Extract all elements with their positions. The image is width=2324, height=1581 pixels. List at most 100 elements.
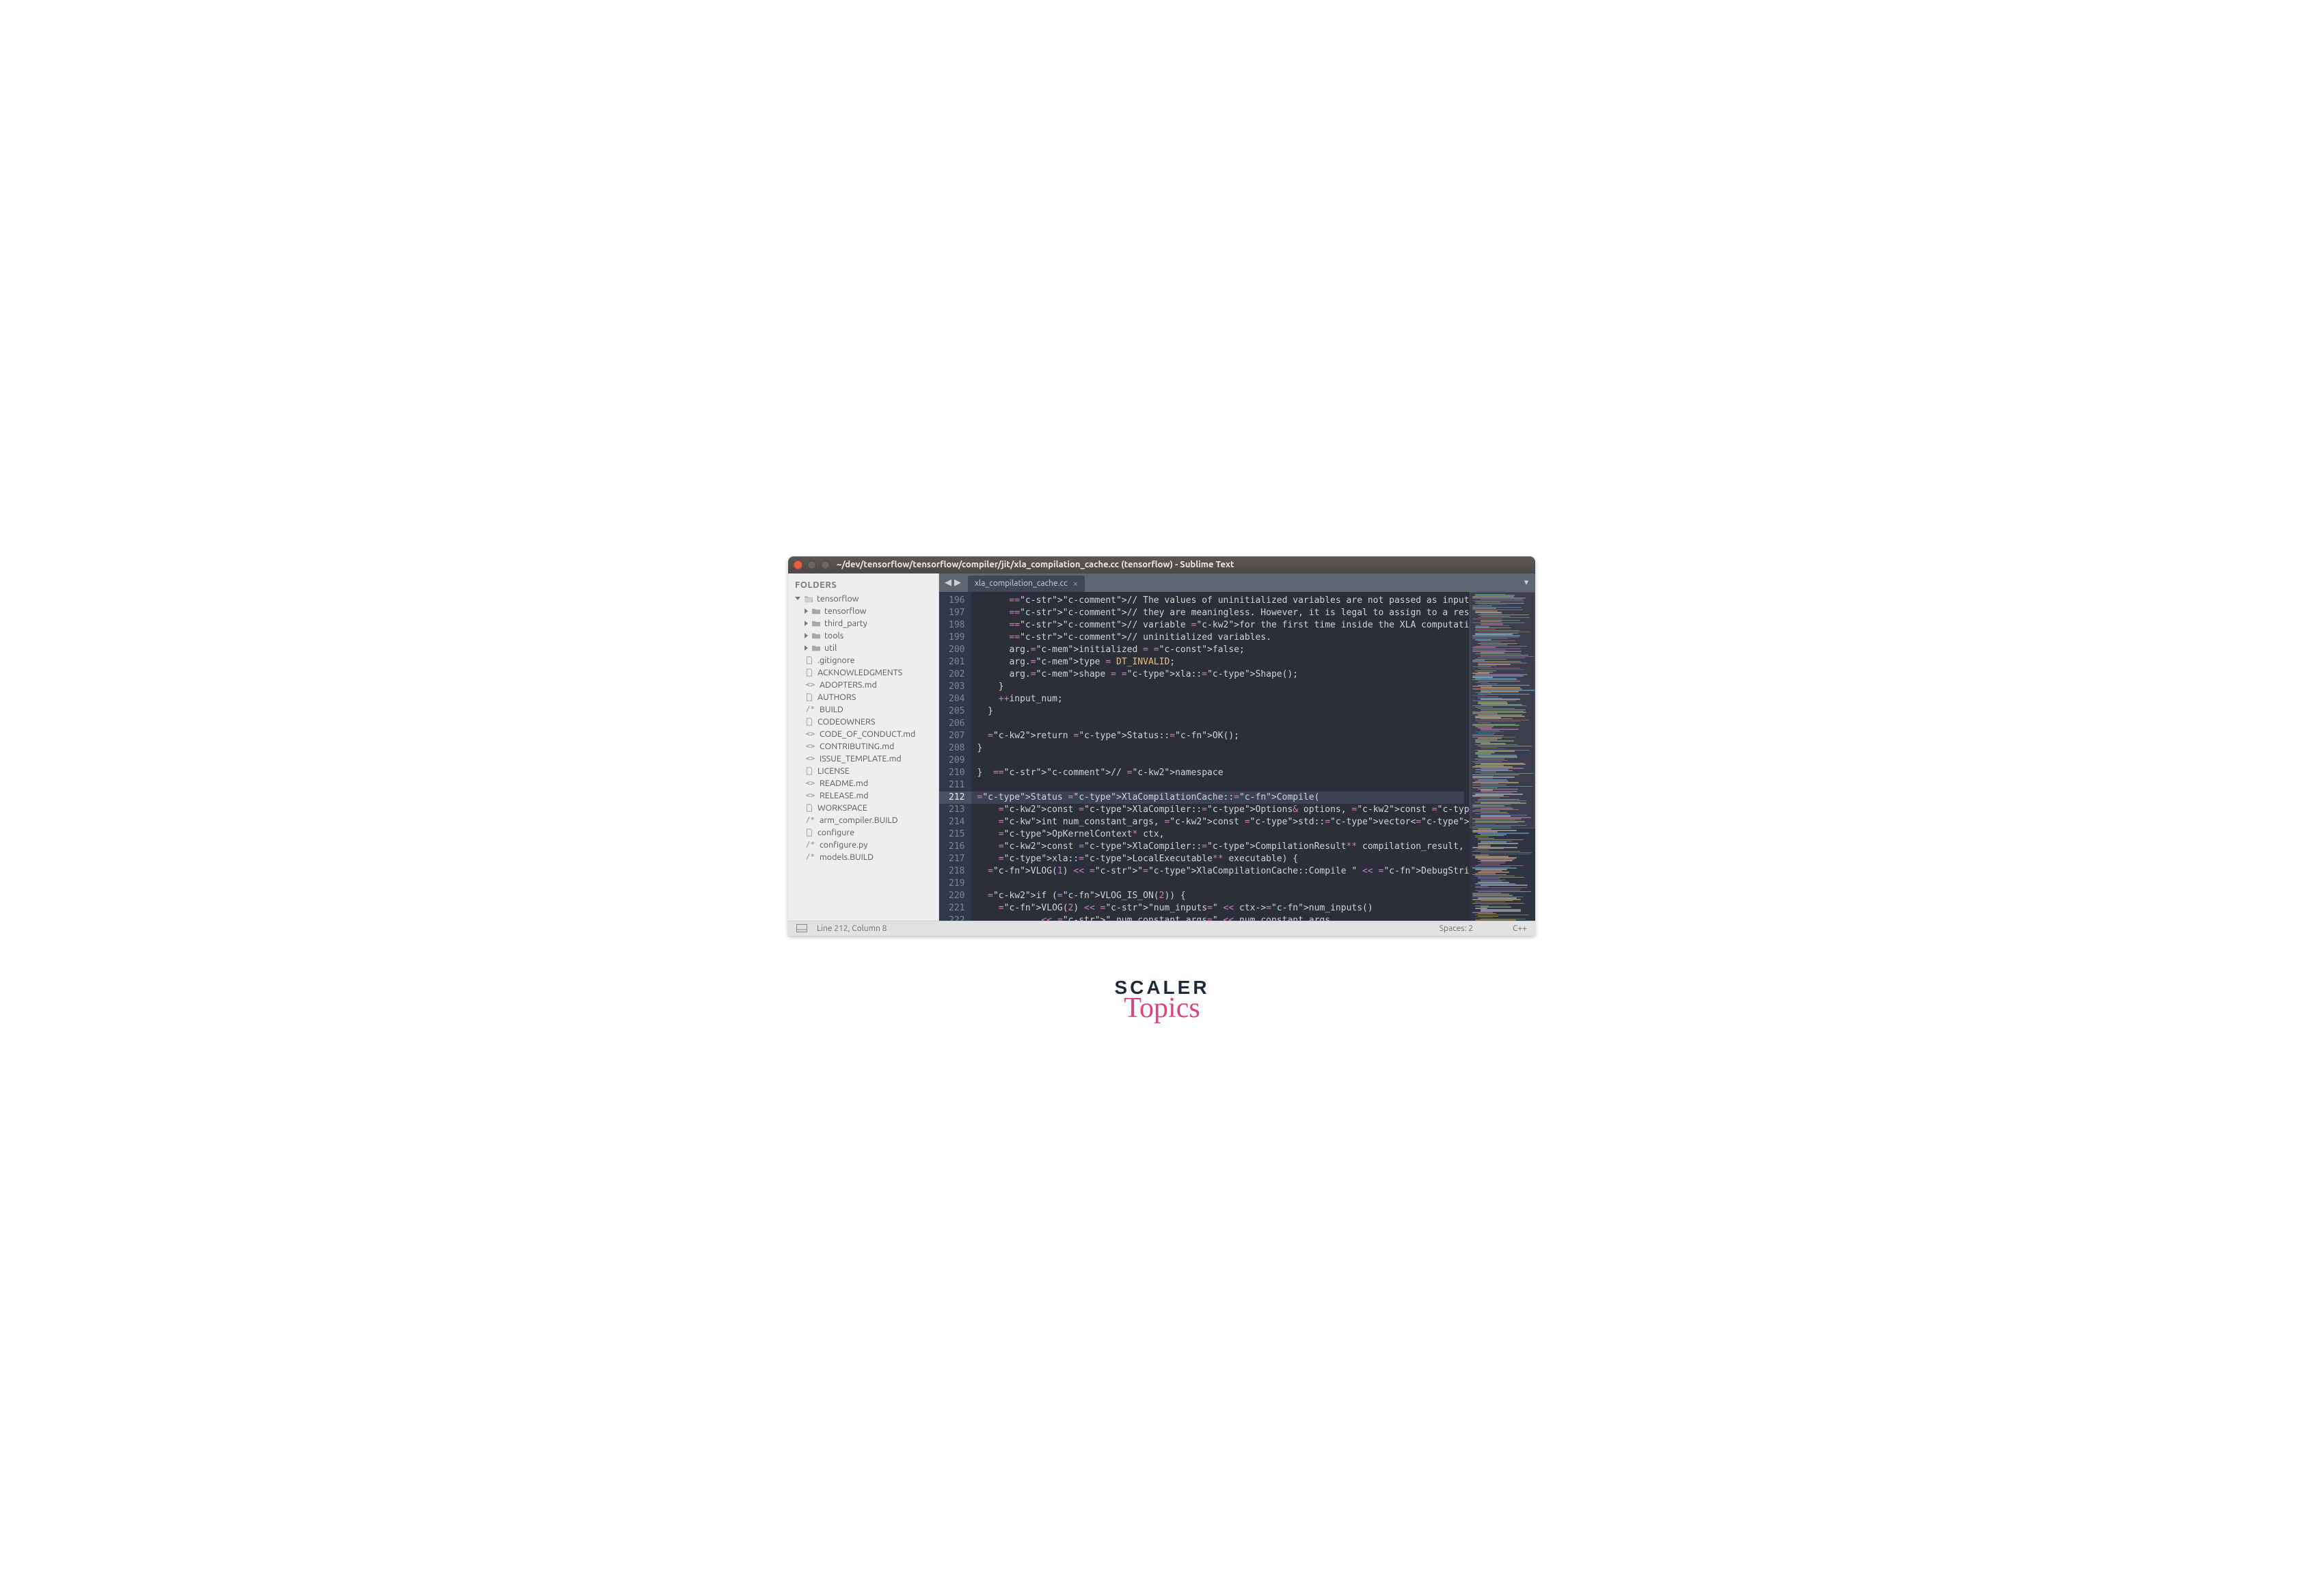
tree-label: CODEOWNERS	[818, 717, 875, 727]
chevron-right-icon	[805, 645, 808, 651]
folder-open-icon	[804, 595, 813, 603]
tree-label: tensorflow	[824, 606, 866, 616]
panel-icon[interactable]	[796, 924, 807, 932]
sidebar-file[interactable]: /* models.BUILD	[788, 851, 938, 863]
sidebar-file[interactable]: ACKNOWLEDGMENTS	[788, 666, 938, 679]
status-language[interactable]: C++	[1513, 924, 1527, 933]
close-icon[interactable]	[794, 560, 802, 569]
tab-label: xla_compilation_cache.cc	[975, 579, 1068, 588]
sidebar-folder[interactable]: tools	[788, 630, 938, 642]
tab-active[interactable]: xla_compilation_cache.cc ×	[968, 576, 1085, 592]
file-type-icon: <>	[805, 791, 816, 800]
file-icon	[805, 718, 814, 726]
file-type-icon: <>	[805, 729, 816, 738]
sidebar-file[interactable]: LICENSE	[788, 765, 938, 777]
file-type-icon: /*	[805, 852, 816, 861]
code-view[interactable]: =="c-str">"c-comment">// The values of u…	[971, 592, 1470, 921]
sublime-window: ~/dev/tensorflow/tensorflow/compiler/jit…	[788, 556, 1535, 936]
file-type-icon: <>	[805, 779, 816, 787]
tab-nav: ◀ ▶	[942, 573, 967, 592]
sidebar-folder[interactable]: util	[788, 642, 938, 654]
tree-label: tensorflow	[817, 594, 859, 604]
tree-label: AUTHORS	[818, 692, 856, 702]
window-buttons	[794, 560, 830, 569]
sidebar-file[interactable]: .gitignore	[788, 654, 938, 666]
file-type-icon: /*	[805, 815, 816, 824]
tree-label: RELEASE.md	[820, 791, 869, 800]
folder-icon	[811, 619, 821, 627]
minimize-icon[interactable]	[807, 560, 816, 569]
editor-area: ◀ ▶ xla_compilation_cache.cc × ▾ 1961971…	[939, 573, 1535, 921]
sidebar-title: FOLDERS	[788, 576, 938, 593]
file-type-icon: <>	[805, 742, 816, 751]
tree-label: ADOPTERS.md	[820, 680, 877, 690]
tree-label: util	[824, 643, 837, 653]
tree-label: CODE_OF_CONDUCT.md	[820, 729, 915, 739]
sidebar-file[interactable]: <> README.md	[788, 777, 938, 789]
tab-strip: ◀ ▶ xla_compilation_cache.cc × ▾	[939, 573, 1535, 592]
tree-label: configure	[818, 828, 854, 837]
sidebar-file[interactable]: <> ADOPTERS.md	[788, 679, 938, 691]
status-position: Line 212, Column 8	[817, 924, 887, 933]
tab-close-icon[interactable]: ×	[1073, 579, 1078, 589]
file-icon	[805, 828, 814, 837]
sidebar-file[interactable]: <> RELEASE.md	[788, 789, 938, 802]
sidebar-file[interactable]: configure	[788, 826, 938, 839]
sidebar-folder[interactable]: tensorflow	[788, 605, 938, 617]
sidebar-file[interactable]: /* arm_compiler.BUILD	[788, 814, 938, 826]
chevron-right-icon	[805, 621, 808, 626]
sidebar-file[interactable]: CODEOWNERS	[788, 716, 938, 728]
folder-icon	[811, 644, 821, 652]
tab-prev-icon[interactable]: ◀	[945, 578, 951, 588]
tree-label: WORKSPACE	[818, 803, 867, 813]
sidebar-file[interactable]: /* configure.py	[788, 839, 938, 851]
sidebar-file[interactable]: <> CONTRIBUTING.md	[788, 740, 938, 753]
sidebar-file[interactable]: <> CODE_OF_CONDUCT.md	[788, 728, 938, 740]
chevron-down-icon	[795, 597, 800, 600]
chevron-right-icon	[805, 633, 808, 638]
titlebar: ~/dev/tensorflow/tensorflow/compiler/jit…	[788, 556, 1535, 573]
sidebar-file[interactable]: <> ISSUE_TEMPLATE.md	[788, 753, 938, 765]
line-gutter: 1961971981992002012022032042052062072082…	[939, 592, 971, 921]
sidebar-file[interactable]: WORKSPACE	[788, 802, 938, 814]
file-icon	[805, 668, 814, 677]
status-spaces[interactable]: Spaces: 2	[1440, 924, 1473, 933]
file-type-icon: <>	[805, 754, 816, 763]
folder-icon	[811, 632, 821, 640]
sidebar-folder[interactable]: third_party	[788, 617, 938, 630]
maximize-icon[interactable]	[821, 560, 830, 569]
tree-label: README.md	[820, 779, 868, 788]
tree-label: .gitignore	[818, 656, 854, 665]
file-icon	[805, 693, 814, 701]
sidebar[interactable]: FOLDERS tensorflow tensorflow third_party…	[788, 573, 939, 921]
watermark: SCALER Topics	[1114, 977, 1209, 1025]
minimap[interactable]	[1470, 592, 1535, 921]
file-type-icon: <>	[805, 680, 816, 689]
file-icon	[805, 656, 814, 664]
statusbar: Line 212, Column 8 Spaces: 2 C++	[788, 921, 1535, 936]
window-title: ~/dev/tensorflow/tensorflow/compiler/jit…	[837, 560, 1234, 569]
tab-next-icon[interactable]: ▶	[954, 578, 961, 588]
file-type-icon: /*	[805, 705, 816, 714]
sidebar-file[interactable]: AUTHORS	[788, 691, 938, 703]
tree-label: configure.py	[820, 840, 867, 850]
tree-label: tools	[824, 631, 843, 640]
file-icon	[805, 767, 814, 775]
tree-label: models.BUILD	[820, 852, 874, 862]
window-body: FOLDERS tensorflow tensorflow third_party…	[788, 573, 1535, 921]
tab-overflow-icon[interactable]: ▾	[1517, 573, 1535, 592]
file-type-icon: /*	[805, 840, 816, 849]
editor[interactable]: 1961971981992002012022032042052062072082…	[939, 592, 1535, 921]
tree-label: LICENSE	[818, 766, 850, 776]
sidebar-root[interactable]: tensorflow	[788, 593, 938, 605]
tree-label: ISSUE_TEMPLATE.md	[820, 754, 902, 764]
chevron-right-icon	[805, 608, 808, 614]
tree-label: third_party	[824, 619, 867, 628]
tree-label: ACKNOWLEDGMENTS	[818, 668, 902, 677]
tree-label: BUILD	[820, 705, 843, 714]
sidebar-file[interactable]: /* BUILD	[788, 703, 938, 716]
tree-label: CONTRIBUTING.md	[820, 742, 894, 751]
file-icon	[805, 804, 814, 812]
tree-label: arm_compiler.BUILD	[820, 815, 898, 825]
watermark-line2: Topics	[1114, 992, 1209, 1025]
